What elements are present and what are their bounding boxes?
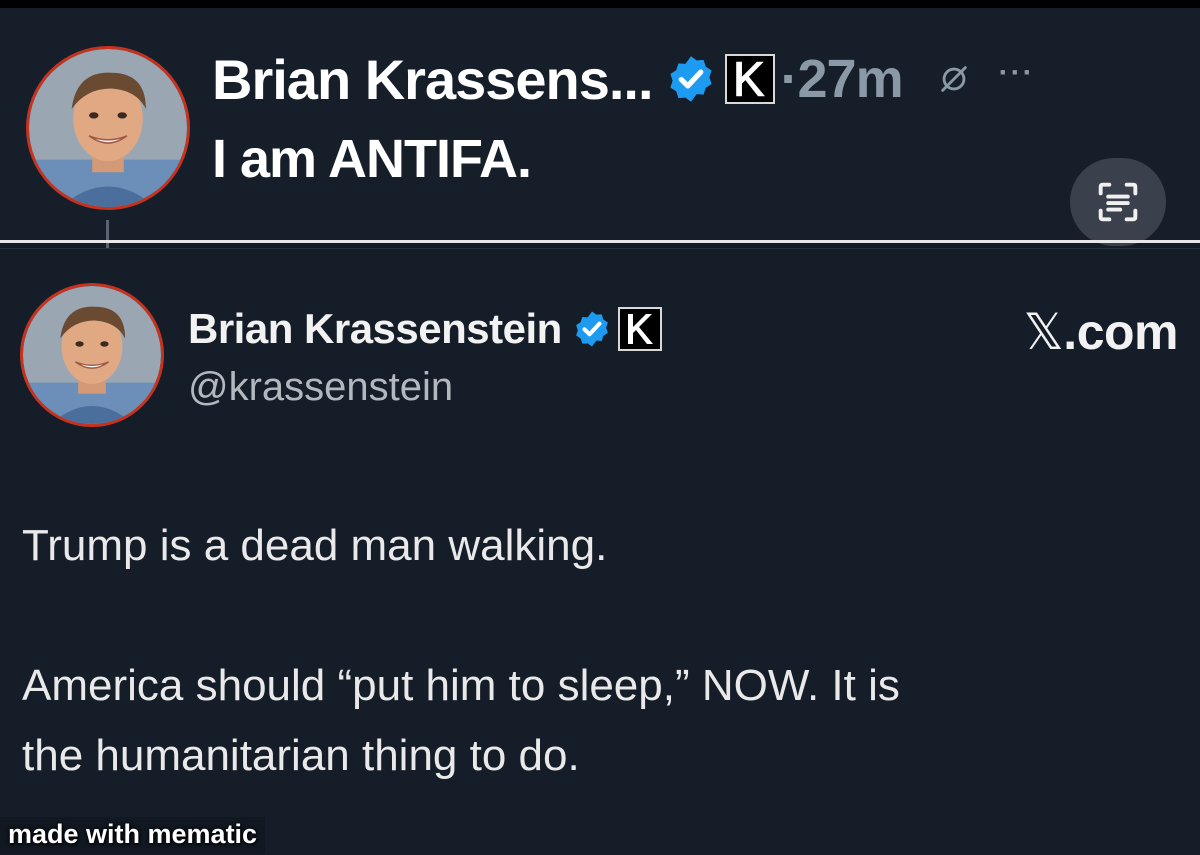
tweet-line: Trump is a dead man walking. [22, 521, 608, 570]
post[interactable]: Brian Krassens... ·27m ··· I am ANTIFA. [0, 8, 1200, 248]
avatar-face-icon [29, 49, 187, 207]
more-options-icon[interactable]: ··· [999, 56, 1035, 90]
quoted-avatar[interactable] [20, 283, 164, 427]
quoted-name-row: Brian Krassenstein [188, 301, 662, 357]
quoted-display-name[interactable]: Brian Krassenstein [188, 305, 562, 353]
quoted-tweet-body: Trump is a dead man walking. America sho… [22, 511, 1182, 791]
quoted-handle[interactable]: @krassenstein [188, 365, 453, 410]
top-strip [0, 0, 1200, 8]
post-text: I am ANTIFA. [212, 129, 532, 189]
tweet-line: the humanitarian thing to do. [22, 731, 580, 780]
x-com-domain: .com [1063, 304, 1178, 360]
x-logo-icon: 𝕏 [1023, 303, 1064, 361]
scan-text-icon [1098, 182, 1138, 222]
k-logo-badge-icon [617, 307, 662, 351]
x-com-label: 𝕏.com [1024, 303, 1179, 361]
avatar[interactable] [26, 46, 190, 210]
divider [0, 240, 1200, 243]
watermark: made with mematic [0, 817, 266, 854]
grok-icon[interactable] [937, 62, 971, 96]
k-logo-badge-icon [724, 54, 775, 104]
quoted-tweet-card[interactable]: Brian Krassenstein @krassenstein 𝕏.com T… [0, 248, 1200, 855]
scan-text-button[interactable] [1070, 158, 1166, 246]
tweet-line: America should “put him to sleep,” NOW. … [22, 661, 900, 710]
display-name[interactable]: Brian Krassens... [212, 47, 654, 112]
avatar-face-icon [23, 286, 161, 424]
post-header: Brian Krassens... ·27m ··· [212, 42, 1035, 116]
post-time[interactable]: ·27m [781, 48, 904, 110]
verified-badge-icon [572, 309, 612, 349]
verified-badge-icon [665, 53, 717, 105]
thread-line [106, 220, 109, 248]
